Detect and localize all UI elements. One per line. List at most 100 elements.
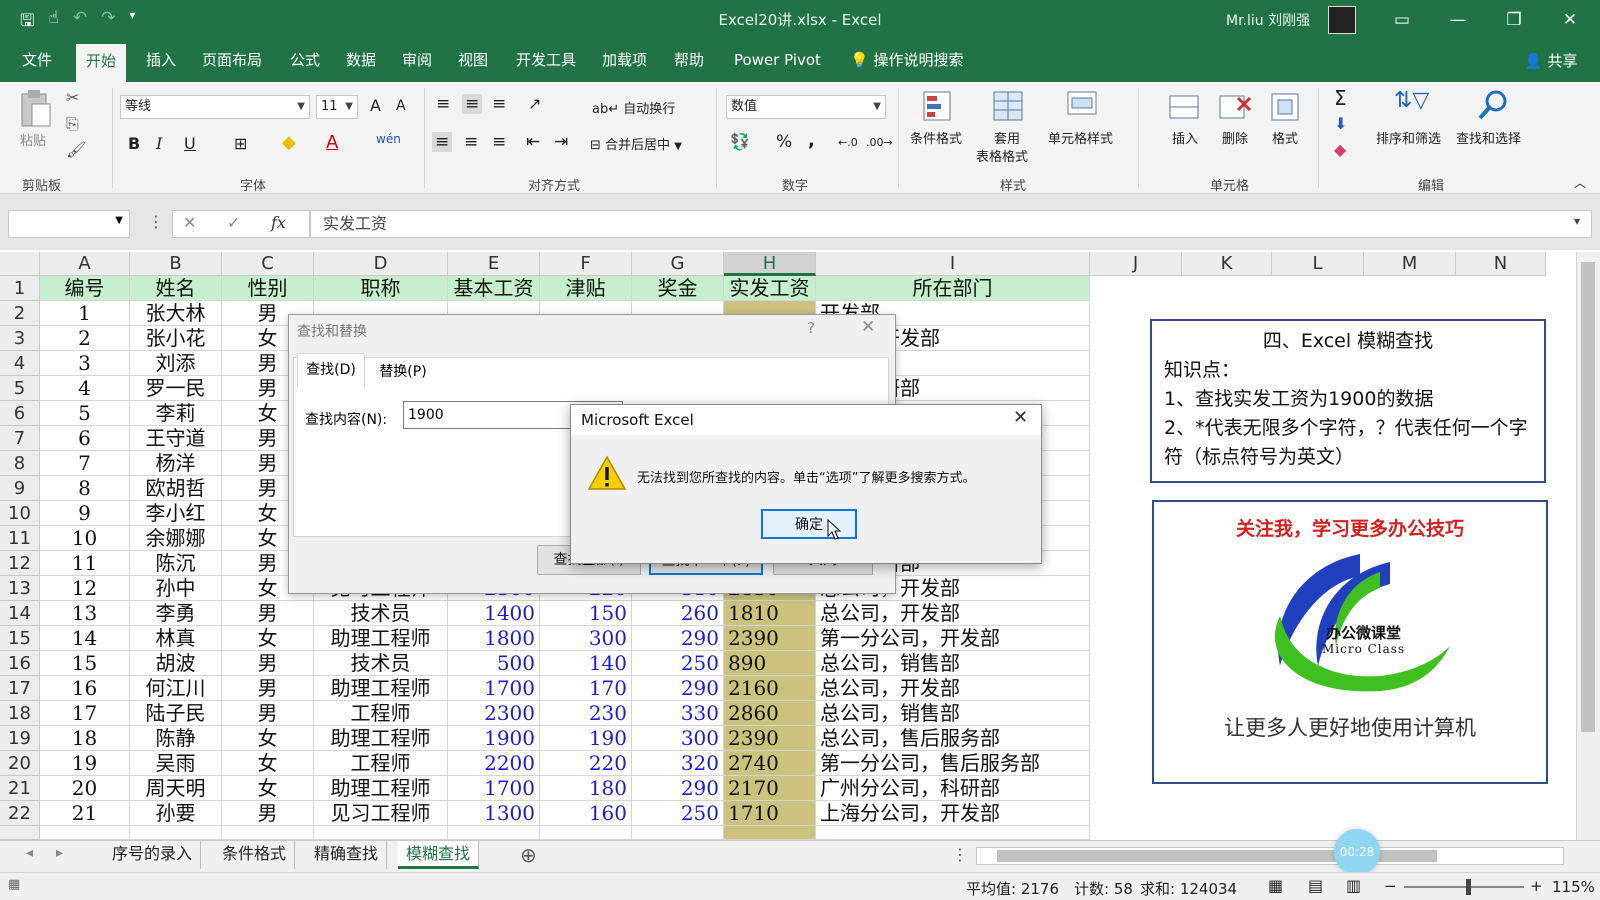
- shrink-font-icon[interactable]: A: [396, 98, 406, 114]
- header-cell[interactable]: 奖金: [632, 276, 724, 301]
- tab-addins[interactable]: 加载项: [592, 40, 657, 82]
- row-header[interactable]: 4: [0, 351, 40, 376]
- close-icon[interactable]: ✕: [1013, 407, 1028, 428]
- row-header[interactable]: 2: [0, 301, 40, 326]
- table-cell[interactable]: 150: [540, 601, 632, 626]
- table-cell[interactable]: 15: [40, 651, 130, 676]
- italic-button[interactable]: I: [156, 134, 162, 153]
- decrease-indent-icon[interactable]: ⇤: [526, 132, 540, 152]
- table-cell[interactable]: 技术员: [314, 601, 448, 626]
- scroll-left-icon[interactable]: ◂: [26, 845, 33, 861]
- column-header[interactable]: N: [1456, 252, 1546, 276]
- table-cell[interactable]: 14: [40, 626, 130, 651]
- tab-power-pivot[interactable]: Power Pivot: [724, 40, 831, 82]
- row-header[interactable]: 8: [0, 451, 40, 476]
- table-cell[interactable]: 5: [40, 401, 130, 426]
- table-cell[interactable]: 张大林: [130, 301, 222, 326]
- formula-input[interactable]: 实发工资: [310, 210, 1592, 238]
- table-cell[interactable]: 17: [40, 701, 130, 726]
- tab-splitter-icon[interactable]: ⋮: [952, 845, 968, 864]
- row-header[interactable]: 7: [0, 426, 40, 451]
- close-icon[interactable]: ✕: [861, 317, 875, 337]
- font-size-select[interactable]: 11 ▼: [316, 95, 358, 119]
- number-format-select[interactable]: 数值 ▼: [726, 95, 886, 119]
- table-cell[interactable]: 19: [40, 751, 130, 776]
- tab-review[interactable]: 审阅: [392, 40, 442, 82]
- table-cell[interactable]: 助理工程师: [314, 626, 448, 651]
- table-cell[interactable]: 170: [540, 676, 632, 701]
- column-header[interactable]: B: [130, 252, 222, 276]
- avatar[interactable]: [1328, 6, 1356, 34]
- header-cell[interactable]: 职称: [314, 276, 448, 301]
- scroll-thumb[interactable]: [1581, 262, 1595, 732]
- table-cell[interactable]: 王守道: [130, 426, 222, 451]
- page-layout-view-icon[interactable]: ▤: [1308, 876, 1323, 895]
- tell-me-search[interactable]: 💡 操作说明搜索: [840, 40, 973, 82]
- table-cell[interactable]: 李小红: [130, 501, 222, 526]
- column-header[interactable]: L: [1272, 252, 1364, 276]
- format-painter-icon[interactable]: 🖌: [66, 140, 86, 159]
- header-cell[interactable]: 津贴: [540, 276, 632, 301]
- table-cell[interactable]: 260: [632, 601, 724, 626]
- table-cell[interactable]: [314, 826, 448, 840]
- formula-bar-options-icon[interactable]: ⋮: [148, 212, 164, 231]
- table-cell[interactable]: 见习工程师: [314, 801, 448, 826]
- add-sheet-icon[interactable]: ⊕: [520, 843, 537, 867]
- page-break-view-icon[interactable]: ▥: [1346, 876, 1361, 895]
- table-cell[interactable]: 2170: [724, 776, 816, 801]
- table-cell[interactable]: 140: [540, 651, 632, 676]
- table-cell[interactable]: 余娜娜: [130, 526, 222, 551]
- tab-find[interactable]: 查找(D): [297, 353, 365, 387]
- expand-formula-icon[interactable]: ▾: [1574, 214, 1580, 228]
- row-header[interactable]: 5: [0, 376, 40, 401]
- table-cell[interactable]: 2160: [724, 676, 816, 701]
- row-header[interactable]: 6: [0, 401, 40, 426]
- table-cell[interactable]: 13: [40, 601, 130, 626]
- table-cell[interactable]: 10: [40, 526, 130, 551]
- table-cell[interactable]: 何江川: [130, 676, 222, 701]
- column-header[interactable]: F: [540, 252, 632, 276]
- autosum-button[interactable]: Σ: [1334, 86, 1347, 110]
- table-cell[interactable]: 300: [632, 726, 724, 751]
- table-cell[interactable]: [724, 826, 816, 840]
- table-cell[interactable]: 男: [222, 601, 314, 626]
- select-all-corner[interactable]: [0, 252, 40, 276]
- column-header[interactable]: I: [816, 252, 1090, 276]
- table-cell[interactable]: 广州分公司，科研部: [816, 776, 1090, 801]
- copy-icon[interactable]: ⎘: [66, 114, 79, 134]
- table-cell[interactable]: 2740: [724, 751, 816, 776]
- row-header[interactable]: 9: [0, 476, 40, 501]
- table-cell[interactable]: 1300: [448, 801, 540, 826]
- collapse-ribbon-icon[interactable]: ︿: [1574, 174, 1586, 191]
- orientation-icon[interactable]: ↗: [528, 94, 541, 113]
- table-cell[interactable]: 2200: [448, 751, 540, 776]
- align-middle-icon[interactable]: ≡: [462, 94, 483, 114]
- table-cell[interactable]: 1800: [448, 626, 540, 651]
- table-cell[interactable]: 助理工程师: [314, 676, 448, 701]
- table-cell[interactable]: 180: [540, 776, 632, 801]
- tab-view[interactable]: 视图: [448, 40, 498, 82]
- table-cell[interactable]: 290: [632, 676, 724, 701]
- table-cell[interactable]: 20: [40, 776, 130, 801]
- align-center-icon[interactable]: ≡: [464, 132, 478, 152]
- horizontal-scrollbar[interactable]: [976, 847, 1564, 865]
- column-header[interactable]: C: [222, 252, 314, 276]
- table-cell[interactable]: 1810: [724, 601, 816, 626]
- align-right-icon[interactable]: ≡: [492, 132, 506, 152]
- percent-button[interactable]: %: [776, 132, 792, 152]
- table-cell[interactable]: [816, 826, 1090, 840]
- bold-button[interactable]: B: [128, 134, 140, 153]
- sheet-tab[interactable]: 序号的录入: [104, 841, 202, 869]
- table-cell[interactable]: [632, 826, 724, 840]
- table-cell[interactable]: 李勇: [130, 601, 222, 626]
- table-cell[interactable]: 8: [40, 476, 130, 501]
- table-cell[interactable]: 工程师: [314, 701, 448, 726]
- table-cell[interactable]: 3: [40, 351, 130, 376]
- table-cell[interactable]: 总公司，销售部: [816, 701, 1090, 726]
- scroll-right-icon[interactable]: ▸: [56, 845, 63, 861]
- table-cell[interactable]: 女: [222, 776, 314, 801]
- column-header[interactable]: A: [40, 252, 130, 276]
- row-header[interactable]: 16: [0, 651, 40, 676]
- zoom-in-icon[interactable]: +: [1530, 877, 1543, 895]
- table-cell[interactable]: 技术员: [314, 651, 448, 676]
